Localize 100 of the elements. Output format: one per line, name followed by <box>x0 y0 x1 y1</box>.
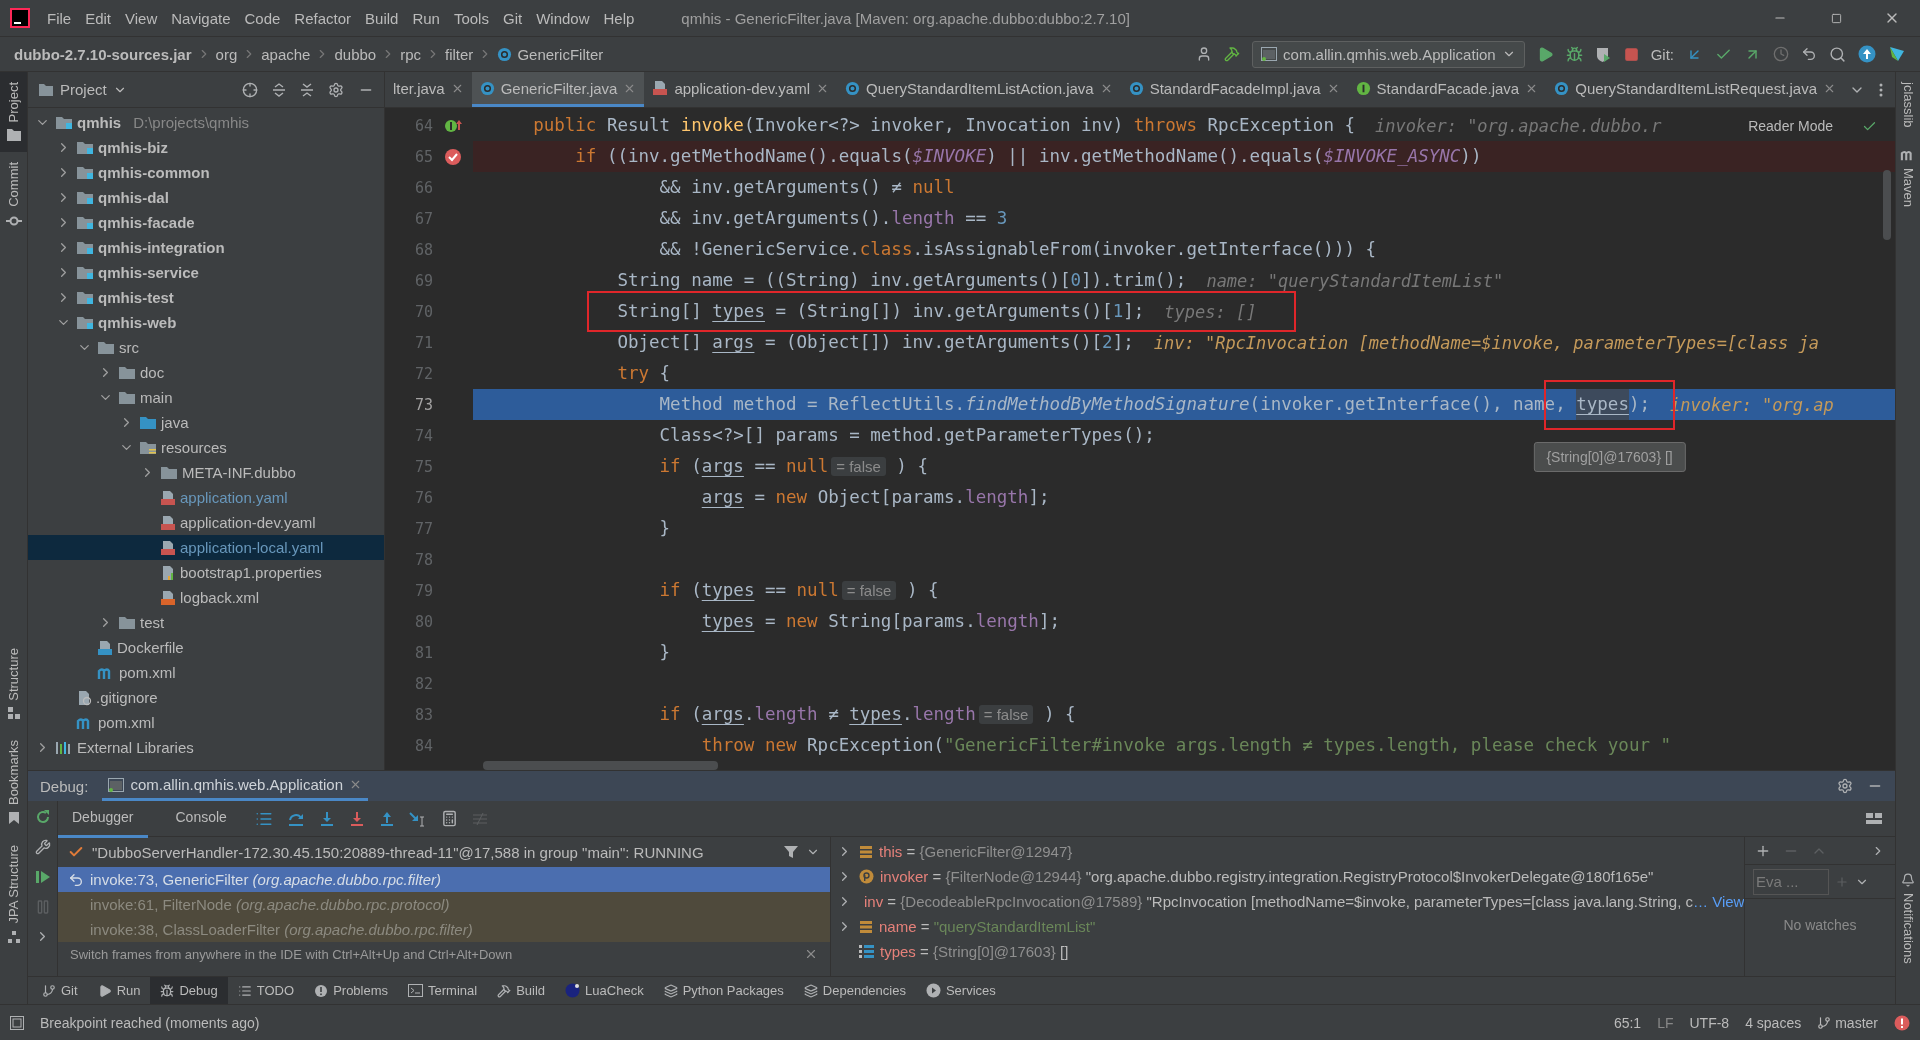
breadcrumb[interactable]: GenericFilter <box>497 45 604 63</box>
tree-item[interactable]: qmhis-facade <box>28 210 384 235</box>
breadcrumb[interactable]: dubbo-2.7.10-sources.jar <box>14 45 192 63</box>
expand-all-icon[interactable] <box>272 82 286 97</box>
file-encoding[interactable]: UTF-8 <box>1689 1014 1730 1031</box>
layout-icon[interactable] <box>1865 810 1883 827</box>
tree-item[interactable]: doc <box>28 360 384 385</box>
resume-icon[interactable] <box>34 869 51 885</box>
breadcrumb[interactable]: apache <box>261 45 311 63</box>
tree-item[interactable]: Dockerfile <box>28 635 384 660</box>
tree-item[interactable]: qmhis-biz <box>28 135 384 160</box>
debugger-tab[interactable]: Console <box>161 799 241 838</box>
rollback-icon[interactable] <box>1801 46 1817 62</box>
menu-item[interactable]: Run <box>405 5 447 31</box>
editor-tab[interactable]: application-dev.yaml <box>644 72 838 107</box>
line-separator[interactable]: LF <box>1657 1014 1674 1031</box>
filter-icon[interactable] <box>784 845 798 859</box>
history-icon[interactable] <box>1773 46 1789 62</box>
hammer-icon[interactable] <box>1224 46 1241 62</box>
tool-window-button[interactable]: TODO <box>227 977 305 1004</box>
view-link[interactable]: … View <box>1693 893 1744 910</box>
project-view-dropdown[interactable]: Project <box>38 81 127 98</box>
tool-window-button[interactable]: Terminal <box>398 977 488 1004</box>
collapse-all-icon[interactable] <box>300 82 314 97</box>
tree-item[interactable]: application-local.yaml <box>28 535 384 560</box>
tree-item[interactable]: qmhis-common <box>28 160 384 185</box>
restore-icon[interactable] <box>1830 12 1842 24</box>
variable-row[interactable]: this = {GenericFilter@12947} <box>831 839 1744 864</box>
stop-icon[interactable] <box>1623 46 1639 62</box>
tree-item[interactable]: qmhis-test <box>28 285 384 310</box>
tool-window-button[interactable]: Problems <box>304 977 399 1004</box>
tree-item[interactable]: qmhis D:\projects\qmhis <box>28 110 384 135</box>
evaluate-icon[interactable] <box>440 810 458 827</box>
menu-item[interactable]: Navigate <box>164 5 238 31</box>
force-step-into-icon[interactable] <box>348 810 365 827</box>
tree-item[interactable]: main <box>28 385 384 410</box>
tree-item[interactable]: application-dev.yaml <box>28 510 384 535</box>
tool-window-tab[interactable]: jclasslib <box>1896 72 1920 138</box>
caret-position[interactable]: 65:1 <box>1613 1014 1642 1031</box>
tool-window-button[interactable]: LuaCheck <box>555 977 654 1004</box>
plugin-logo-icon[interactable] <box>1888 45 1906 63</box>
menu-item[interactable]: File <box>40 5 79 31</box>
tree-item[interactable]: External Libraries <box>28 735 384 760</box>
editor-tab[interactable]: lter.java <box>385 72 472 107</box>
breadcrumb[interactable]: rpc <box>400 45 422 63</box>
run-configuration-dropdown[interactable]: com.allin.qmhis.web.Application <box>1252 40 1525 68</box>
breadcrumb[interactable]: dubbo <box>334 45 377 63</box>
menu-item[interactable]: View <box>118 5 165 31</box>
menu-item[interactable]: Refactor <box>287 5 359 31</box>
editor-tab[interactable]: QueryStandardItemListAction.java <box>837 72 1121 107</box>
stack-frame[interactable]: invoke:73, GenericFilter (org.apache.dubbo.rpc.filter) <box>58 867 830 892</box>
step-out-icon[interactable] <box>378 810 395 827</box>
toggle-panels-icon[interactable] <box>10 1015 24 1030</box>
editor-tab[interactable]: StandardFacadeImpl.java <box>1120 72 1348 107</box>
settings-icon[interactable] <box>328 81 344 98</box>
settings-icon[interactable] <box>1837 778 1853 794</box>
tree-item[interactable]: META-INF.dubbo <box>28 460 384 485</box>
tool-window-tab[interactable]: Project <box>0 72 27 153</box>
rerun-icon[interactable] <box>34 809 51 825</box>
tree-item[interactable]: bootstrap1.properties <box>28 560 384 585</box>
evaluate-field[interactable]: Eva ... <box>1753 868 1829 895</box>
menu-item[interactable]: Git <box>495 5 530 31</box>
variable-row[interactable]: inv = {DecodeableRpcInvocation@17589} "RpcInvocation [methodName=$invoke, parameterTypes=[class java.lang.String, c… View <box>831 889 1744 914</box>
variable-row[interactable]: invoker = {FilterNode@12944} "org.apache.dubbo.registry.integration.RegistryProtocol$InvokerDelegate@180f165e" <box>831 864 1744 889</box>
editor-tab[interactable]: GenericFilter.java <box>471 72 645 107</box>
breadcrumb[interactable]: filter <box>445 45 474 63</box>
step-into-icon[interactable] <box>318 810 335 827</box>
variable-row[interactable]: types = {String[0]@17603} [] <box>831 939 1744 964</box>
tree-item[interactable]: logback.xml <box>28 585 384 610</box>
tool-window-button[interactable]: Dependencies <box>793 977 916 1004</box>
error-icon[interactable] <box>1894 1014 1910 1031</box>
menu-item[interactable]: Build <box>358 5 406 31</box>
tool-window-tab[interactable]: JPA Structure <box>0 835 27 954</box>
tool-window-button[interactable]: Services <box>915 977 1006 1004</box>
tree-item[interactable]: test <box>28 610 384 635</box>
menu-item[interactable]: Help <box>596 5 642 31</box>
coverage-icon[interactable] <box>1594 45 1612 63</box>
menu-item[interactable]: Edit <box>78 5 119 31</box>
tool-window-button[interactable]: Debug <box>150 977 228 1004</box>
tool-window-tab[interactable]: Notifications <box>1896 863 1920 974</box>
run-to-cursor-icon[interactable] <box>408 810 427 827</box>
debug-session-tab[interactable]: com.allin.qmhis.web.Application <box>102 771 368 801</box>
close-icon[interactable] <box>804 947 818 961</box>
menu-item[interactable]: Window <box>529 5 597 31</box>
close-icon[interactable] <box>349 778 362 791</box>
tree-item[interactable]: application.yaml <box>28 485 384 510</box>
thread-selector[interactable]: "DubboServerHandler-172.30.45.150:20889-thread-11"@17,588 in group "main": RUNNING <box>58 837 830 867</box>
more-icon[interactable] <box>1879 82 1883 97</box>
editor-tab[interactable]: StandardFacade.java <box>1347 72 1547 107</box>
tree-item[interactable]: src <box>28 335 384 360</box>
tree-item[interactable]: pom.xml <box>28 710 384 735</box>
debug-icon[interactable] <box>1565 45 1583 63</box>
locate-icon[interactable] <box>242 81 258 98</box>
tool-window-tab[interactable]: Maven <box>1896 137 1920 217</box>
tool-window-button[interactable]: Run <box>87 977 151 1004</box>
git-branch[interactable]: master <box>1817 1014 1878 1031</box>
tool-window-button[interactable]: Build <box>487 977 556 1004</box>
tool-window-tab[interactable]: Bookmarks <box>0 730 27 836</box>
variable-row[interactable]: name = "queryStandardItemList" <box>831 914 1744 939</box>
debugger-tab[interactable]: Debugger <box>58 799 148 838</box>
